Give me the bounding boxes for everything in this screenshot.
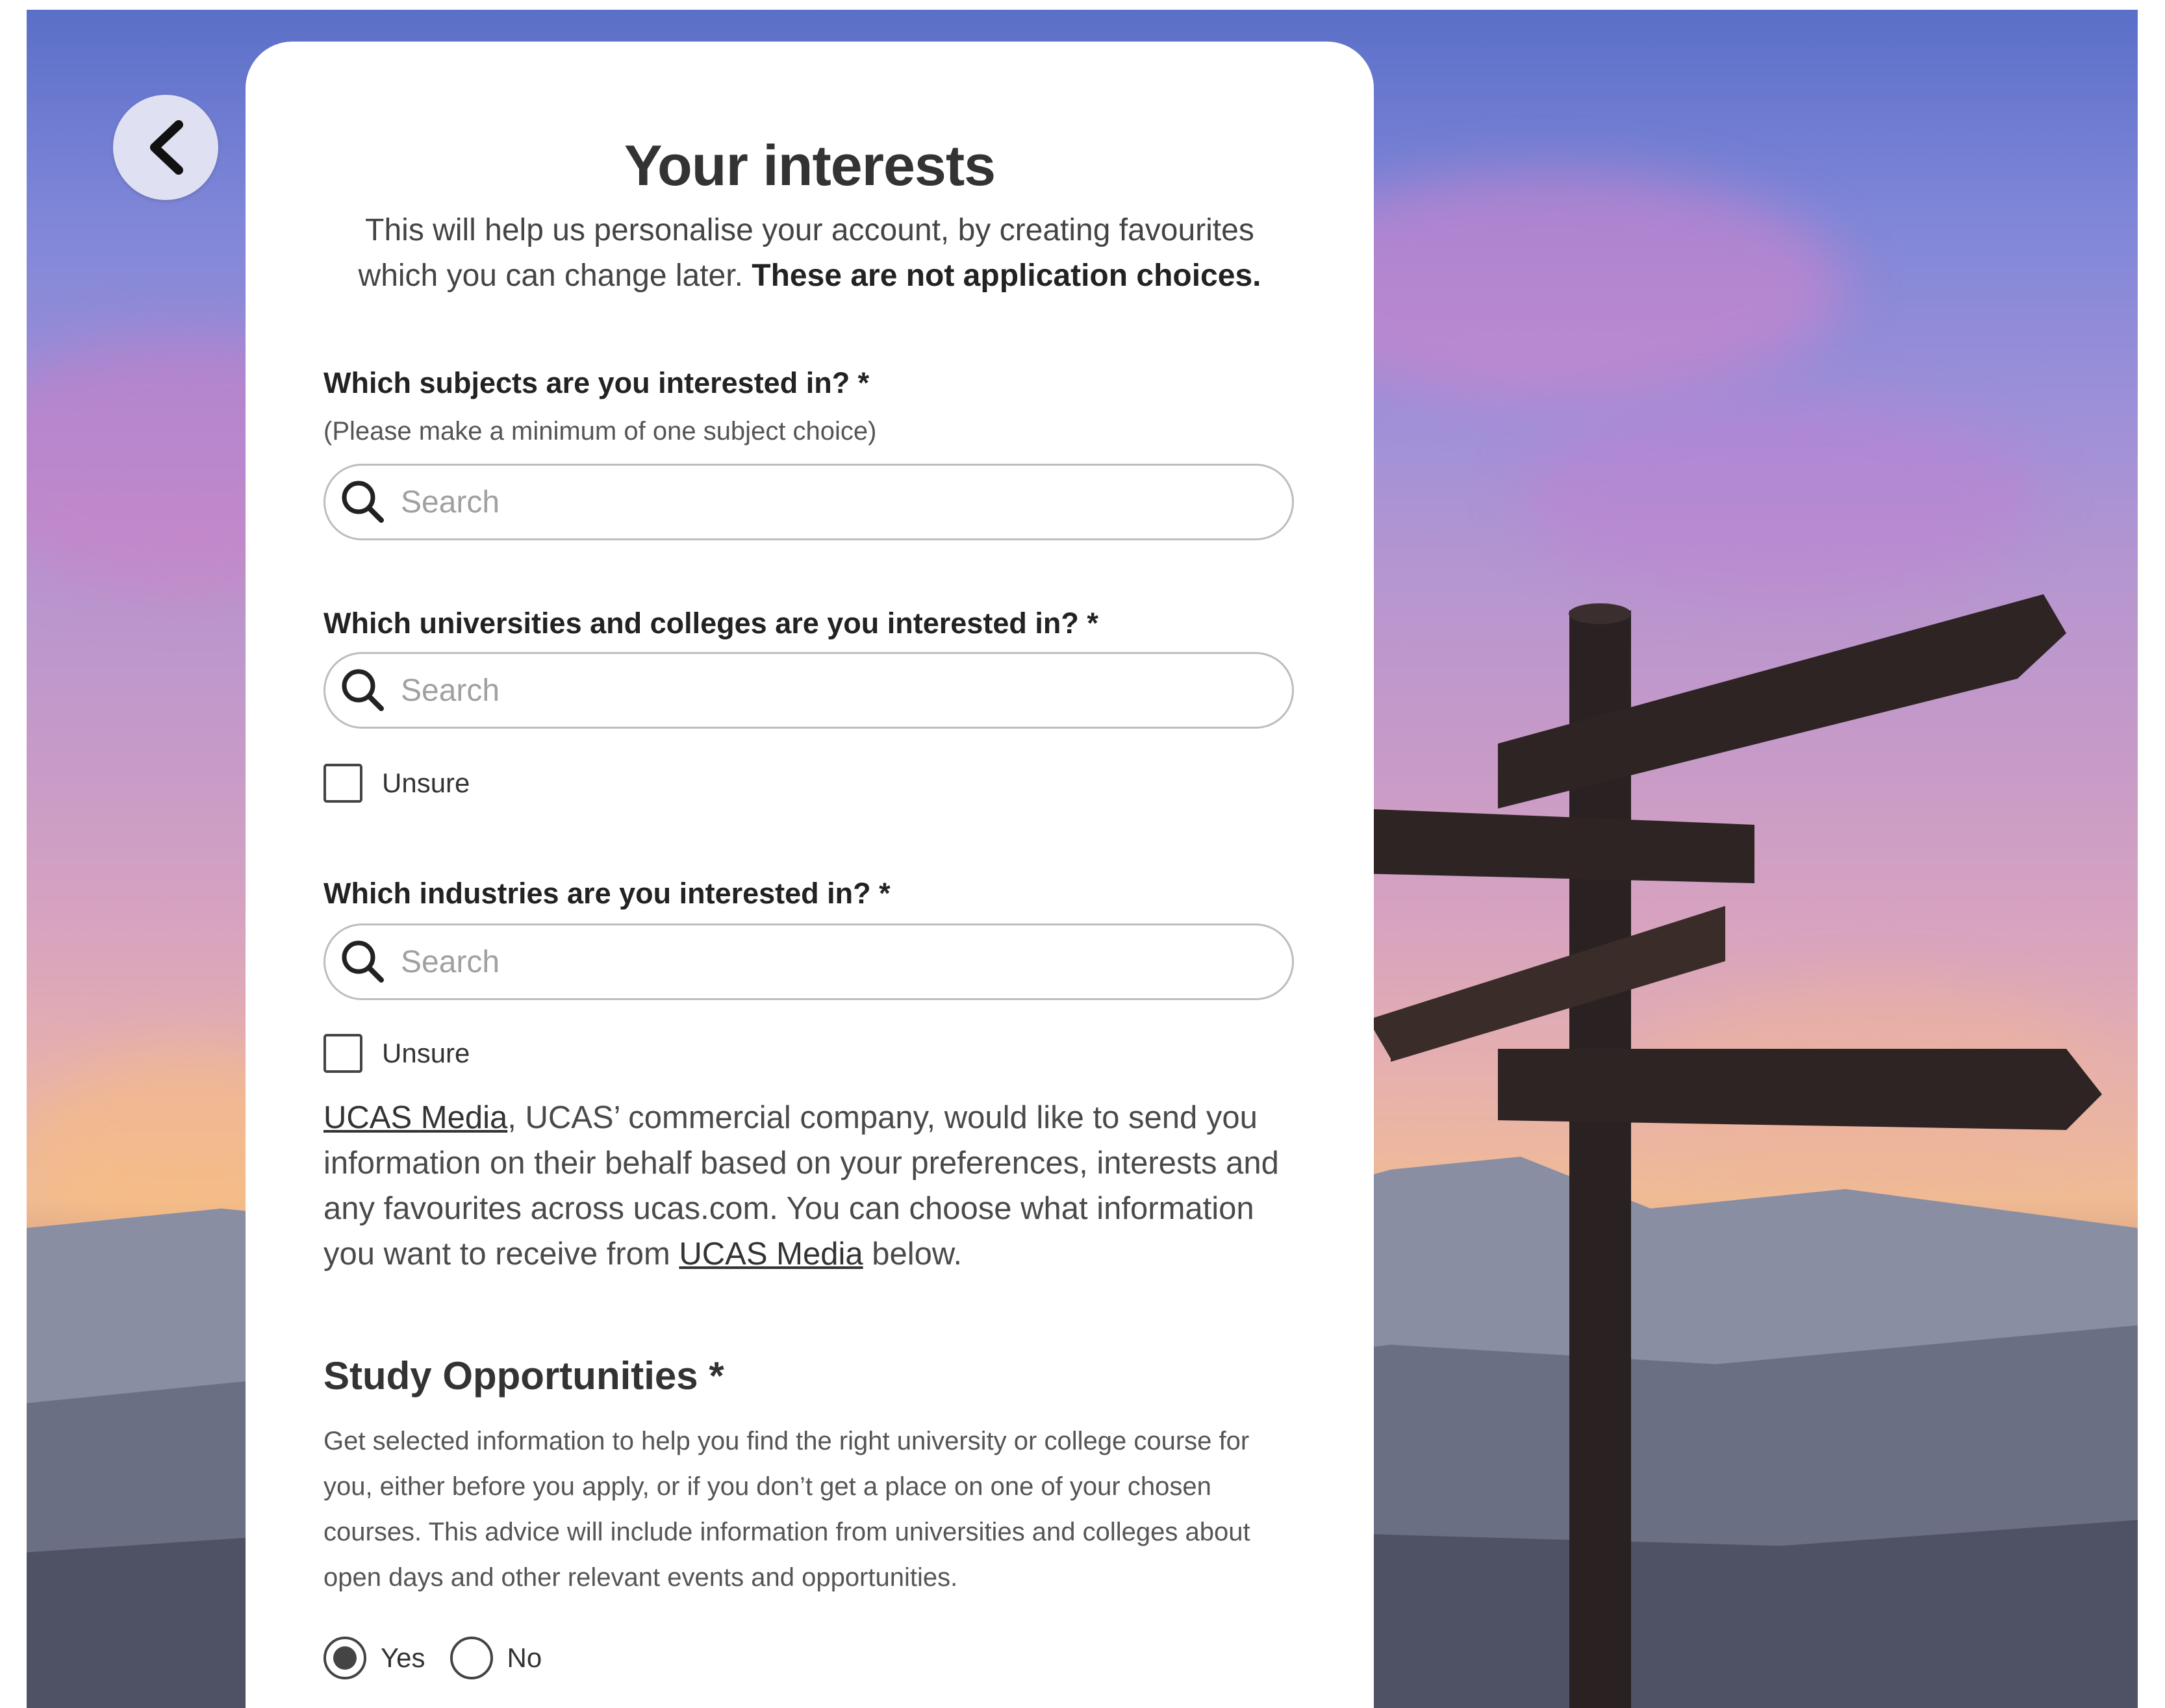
- industries-label: Which industries are you interested in? …: [323, 877, 891, 910]
- checkbox-box[interactable]: [323, 1034, 362, 1073]
- subjects-label: Which subjects are you interested in? *: [323, 366, 870, 399]
- radio-yes-label: Yes: [381, 1642, 425, 1673]
- study-opportunities-radio-group: Yes No: [323, 1637, 542, 1679]
- subjects-search-field[interactable]: [323, 464, 1294, 540]
- page-title: Your interests: [624, 133, 996, 197]
- radio-yes[interactable]: Yes: [323, 1637, 425, 1679]
- industries-search-input[interactable]: [399, 943, 1247, 981]
- ucas-media-paragraph: UCAS Media, UCAS’ commercial company, wo…: [323, 1095, 1298, 1277]
- subjects-search-input[interactable]: [399, 483, 1247, 521]
- universities-unsure-label: Unsure: [382, 768, 470, 798]
- search-icon: [342, 940, 384, 983]
- radio-no-circle[interactable]: [449, 1637, 493, 1679]
- checkbox-box[interactable]: [323, 764, 362, 803]
- search-icon: [342, 669, 384, 711]
- radio-no-label: No: [507, 1642, 542, 1673]
- study-opportunities-description: Get selected information to help you fin…: [323, 1427, 1250, 1592]
- ucas-media-link[interactable]: UCAS Media: [323, 1100, 507, 1135]
- ucas-media-link-2[interactable]: UCAS Media: [679, 1237, 863, 1272]
- industries-search-field[interactable]: [323, 923, 1294, 1000]
- intro-text: This will help us personalise your accou…: [323, 208, 1296, 299]
- subjects-hint: (Please make a minimum of one subject ch…: [323, 417, 877, 446]
- chevron-left-icon: [150, 120, 183, 175]
- interests-form-card: Your interests This will help us persona…: [246, 42, 1374, 1708]
- radio-yes-circle[interactable]: [323, 1637, 366, 1679]
- back-button[interactable]: [113, 95, 218, 200]
- industries-unsure-checkbox[interactable]: Unsure: [323, 1034, 470, 1073]
- universities-search-field[interactable]: [323, 652, 1294, 729]
- industries-unsure-label: Unsure: [382, 1038, 470, 1068]
- radio-no[interactable]: No: [449, 1637, 542, 1679]
- signpost-silhouette: [1358, 594, 2102, 1708]
- study-opportunities-heading: Study Opportunities *: [323, 1354, 724, 1398]
- universities-label: Which universities and colleges are you …: [323, 607, 1098, 640]
- intro-text-bold: These are not application choices.: [752, 258, 1261, 293]
- ucas-media-text-2: below.: [863, 1237, 963, 1272]
- radio-selected-dot: [333, 1646, 357, 1670]
- universities-search-input[interactable]: [399, 672, 1247, 709]
- universities-unsure-checkbox[interactable]: Unsure: [323, 764, 470, 803]
- search-icon: [342, 481, 384, 523]
